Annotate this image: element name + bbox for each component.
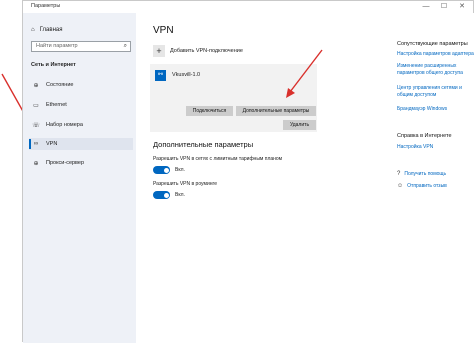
sharing-settings-link[interactable]: Изменение расширенных параметров общего …	[397, 63, 473, 77]
search-placeholder: Найти параметр	[36, 43, 78, 49]
home-icon: ⌂	[31, 27, 35, 33]
sidebar-item-label: Ethernet	[46, 102, 67, 108]
search-icon[interactable]: ⌕	[124, 42, 127, 51]
get-help-link[interactable]: ? Получить помощь	[397, 171, 446, 177]
globe-icon: ⊕	[33, 160, 39, 167]
main-content: VPN + Добавить VPN-подключение ⚯ Vkusvil…	[136, 13, 351, 343]
close-button[interactable]: ✕	[457, 2, 467, 11]
help-icon: ?	[397, 171, 401, 177]
sidebar-item-label: Состояние	[46, 82, 74, 88]
sidebar-item-dialup[interactable]: ☏ Набор номера	[29, 119, 133, 131]
active-indicator	[29, 139, 31, 149]
title-bar: Параметры — ☐ ✕	[23, 1, 473, 13]
roaming-toggle[interactable]	[153, 191, 170, 199]
related-settings-panel: Сопутствующие параметры Настройка параме…	[351, 13, 474, 343]
vpn-icon: ∞	[33, 141, 39, 147]
sidebar-home[interactable]: ⌂ Главная	[31, 27, 62, 33]
maximize-button[interactable]: ☐	[439, 2, 449, 11]
feedback-label: Отправить отзыв	[407, 183, 447, 189]
roaming-option-label: Разрешить VPN в роуминге	[153, 181, 217, 187]
feedback-link[interactable]: ☺ Отправить отзыв	[397, 183, 447, 189]
vpn-connection-name: Vkusvill-1.0	[172, 72, 201, 78]
metered-option-label: Разрешить VPN в сетях с лимитным тарифны…	[153, 156, 283, 162]
firewall-link[interactable]: Брандмауэр Windows	[397, 106, 447, 113]
sidebar-item-vpn[interactable]: ∞ VPN	[29, 138, 133, 150]
add-vpn-button[interactable]: + Добавить VPN-подключение	[153, 45, 243, 57]
ethernet-icon: ▭	[33, 102, 39, 109]
vpn-setup-help-link[interactable]: Настройка VPN	[397, 144, 433, 151]
metered-toggle-row: Вкл.	[153, 166, 185, 174]
connect-button[interactable]: Подключиться	[186, 106, 233, 116]
sidebar-item-label: Прокси-сервер	[46, 160, 85, 166]
home-label: Главная	[39, 27, 63, 33]
related-title: Сопутствующие параметры	[397, 41, 468, 47]
sidebar-item-label: VPN	[46, 141, 58, 147]
settings-window: Параметры — ☐ ✕ ⌂ Главная Найти параметр…	[22, 0, 474, 343]
sidebar-item-ethernet[interactable]: ▭ Ethernet	[29, 99, 133, 111]
vpn-connection-icon: ⚯	[155, 70, 166, 81]
search-input[interactable]: Найти параметр ⌕	[31, 41, 131, 52]
toggle-state: Вкл.	[175, 192, 185, 198]
window-title: Параметры	[31, 3, 61, 9]
network-center-link[interactable]: Центр управления сетями и общим доступом	[397, 85, 473, 99]
page-title: VPN	[153, 25, 174, 36]
feedback-icon: ☺	[397, 183, 404, 189]
sidebar: ⌂ Главная Найти параметр ⌕ Сеть и Интерн…	[23, 13, 136, 343]
adapter-settings-link[interactable]: Настройка параметров адаптера	[397, 51, 474, 58]
phone-icon: ☏	[32, 122, 40, 129]
minimize-button[interactable]: —	[421, 2, 431, 11]
add-vpn-label: Добавить VPN-подключение	[170, 48, 243, 54]
plus-icon: +	[153, 45, 165, 57]
advanced-options-title: Дополнительные параметры	[153, 140, 254, 149]
sidebar-item-status[interactable]: ⊕ Состояние	[29, 79, 133, 91]
vpn-connection-card[interactable]: ⚯ Vkusvill-1.0 Подключиться Дополнительн…	[150, 64, 317, 132]
roaming-toggle-row: Вкл.	[153, 191, 185, 199]
toggle-state: Вкл.	[175, 167, 185, 173]
advanced-options-button[interactable]: Дополнительные параметры	[236, 106, 316, 116]
sidebar-item-proxy[interactable]: ⊕ Прокси-сервер	[29, 157, 133, 169]
globe-icon: ⊕	[33, 82, 39, 89]
delete-button[interactable]: Удалить	[283, 120, 316, 130]
internet-help-title: Справка в Интернете	[397, 133, 452, 139]
get-help-label: Получить помощь	[404, 171, 447, 177]
metered-toggle[interactable]	[153, 166, 170, 174]
sidebar-section-title: Сеть и Интернет	[31, 62, 76, 68]
sidebar-item-label: Набор номера	[46, 122, 83, 128]
